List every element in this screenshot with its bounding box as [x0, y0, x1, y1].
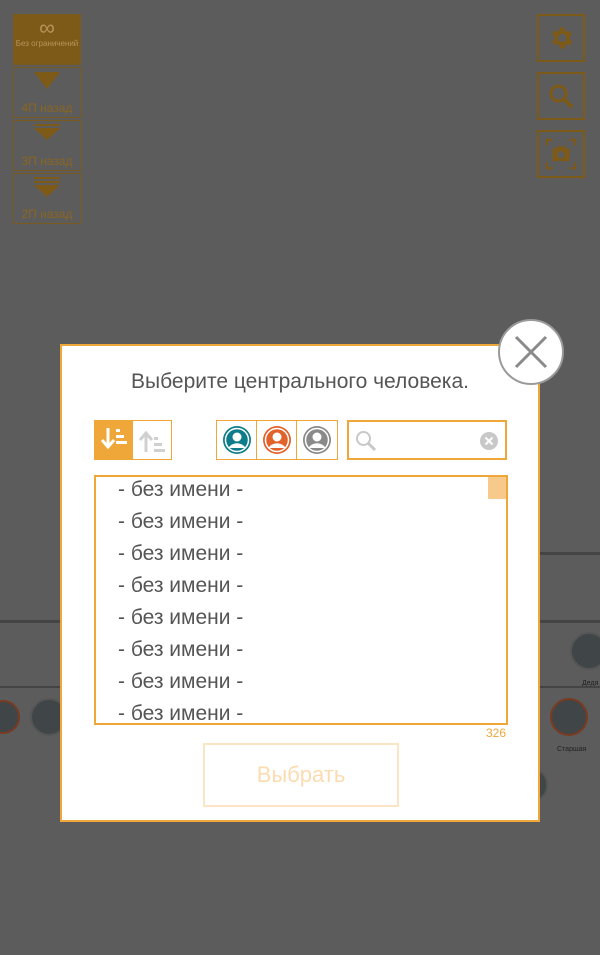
gender-male-button[interactable]	[217, 421, 257, 459]
gender-unknown-button[interactable]	[297, 421, 337, 459]
sort-ascending-icon	[100, 428, 127, 450]
gear-icon	[552, 27, 573, 49]
list-item[interactable]: - без имени -	[96, 571, 506, 603]
close-button[interactable]	[498, 319, 564, 385]
gen-filter-2[interactable]: 2П назад	[13, 173, 81, 224]
sort-toggle	[94, 420, 172, 460]
person-count: 326	[485, 726, 506, 740]
infinity-icon: ∞	[39, 15, 55, 40]
list-item[interactable]: - без имени -	[96, 667, 506, 699]
person-name: Старшая	[557, 746, 587, 753]
tree-connector	[0, 686, 60, 688]
list-item[interactable]: - без имени -	[96, 699, 506, 723]
sort-descending-icon	[138, 430, 165, 452]
person-node[interactable]	[550, 698, 588, 736]
clear-icon[interactable]	[479, 431, 499, 451]
person-name: Дедя	[582, 680, 599, 687]
gender-filter	[216, 420, 338, 460]
triangle-down-icon	[34, 177, 60, 197]
list-item[interactable]: - без имени -	[96, 603, 506, 635]
scrollbar-thumb[interactable]	[488, 477, 506, 499]
search-icon	[356, 431, 377, 452]
gen-filter-unlimited[interactable]: ∞ Без ограничений	[13, 14, 81, 65]
gen-filter-label: Без ограничений	[15, 39, 79, 48]
person-node[interactable]	[570, 632, 600, 670]
gender-female-button[interactable]	[257, 421, 297, 459]
list-item[interactable]: - без имени -	[96, 477, 506, 507]
toolbar	[537, 14, 587, 188]
search-field	[347, 420, 507, 460]
triangle-down-icon	[34, 124, 60, 140]
close-icon	[514, 335, 548, 369]
list-item[interactable]: - без имени -	[96, 635, 506, 667]
gen-filter-3[interactable]: 3П назад	[13, 120, 81, 171]
search-input[interactable]	[381, 426, 481, 456]
gen-filter-label: 3П назад	[21, 154, 73, 168]
male-avatar-icon	[222, 426, 251, 454]
unknown-avatar-icon	[303, 426, 331, 454]
gen-filter-label: 2П назад	[21, 207, 73, 221]
gen-filter-4[interactable]: 4П назад	[13, 67, 81, 118]
person-list[interactable]: - без имени - - без имени - - без имени …	[94, 475, 508, 725]
camera-icon	[545, 138, 577, 170]
screenshot-button[interactable]	[537, 130, 585, 178]
generation-filter: ∞ Без ограничений 4П назад 3П назад 2П н…	[13, 14, 83, 226]
person-node[interactable]	[0, 700, 20, 734]
dialog-title: Выберите центрального человека.	[131, 370, 469, 393]
search-button[interactable]	[537, 72, 585, 120]
list-item[interactable]: - без имени -	[96, 507, 506, 539]
select-person-dialog: Выберите центрального человека. - без им…	[60, 344, 540, 822]
sort-descending-button[interactable]	[133, 421, 171, 459]
list-item[interactable]: - без имени -	[96, 539, 506, 571]
female-avatar-icon	[262, 426, 291, 454]
triangle-down-icon	[34, 72, 60, 89]
sort-ascending-button[interactable]	[95, 421, 133, 459]
gen-filter-label: 4П назад	[21, 101, 73, 115]
search-icon	[549, 84, 574, 109]
tree-connector	[0, 620, 60, 623]
tree-connector	[540, 620, 600, 623]
select-button[interactable]: Выбрать	[203, 743, 399, 807]
tree-connector	[540, 552, 600, 555]
settings-button[interactable]	[537, 14, 585, 62]
